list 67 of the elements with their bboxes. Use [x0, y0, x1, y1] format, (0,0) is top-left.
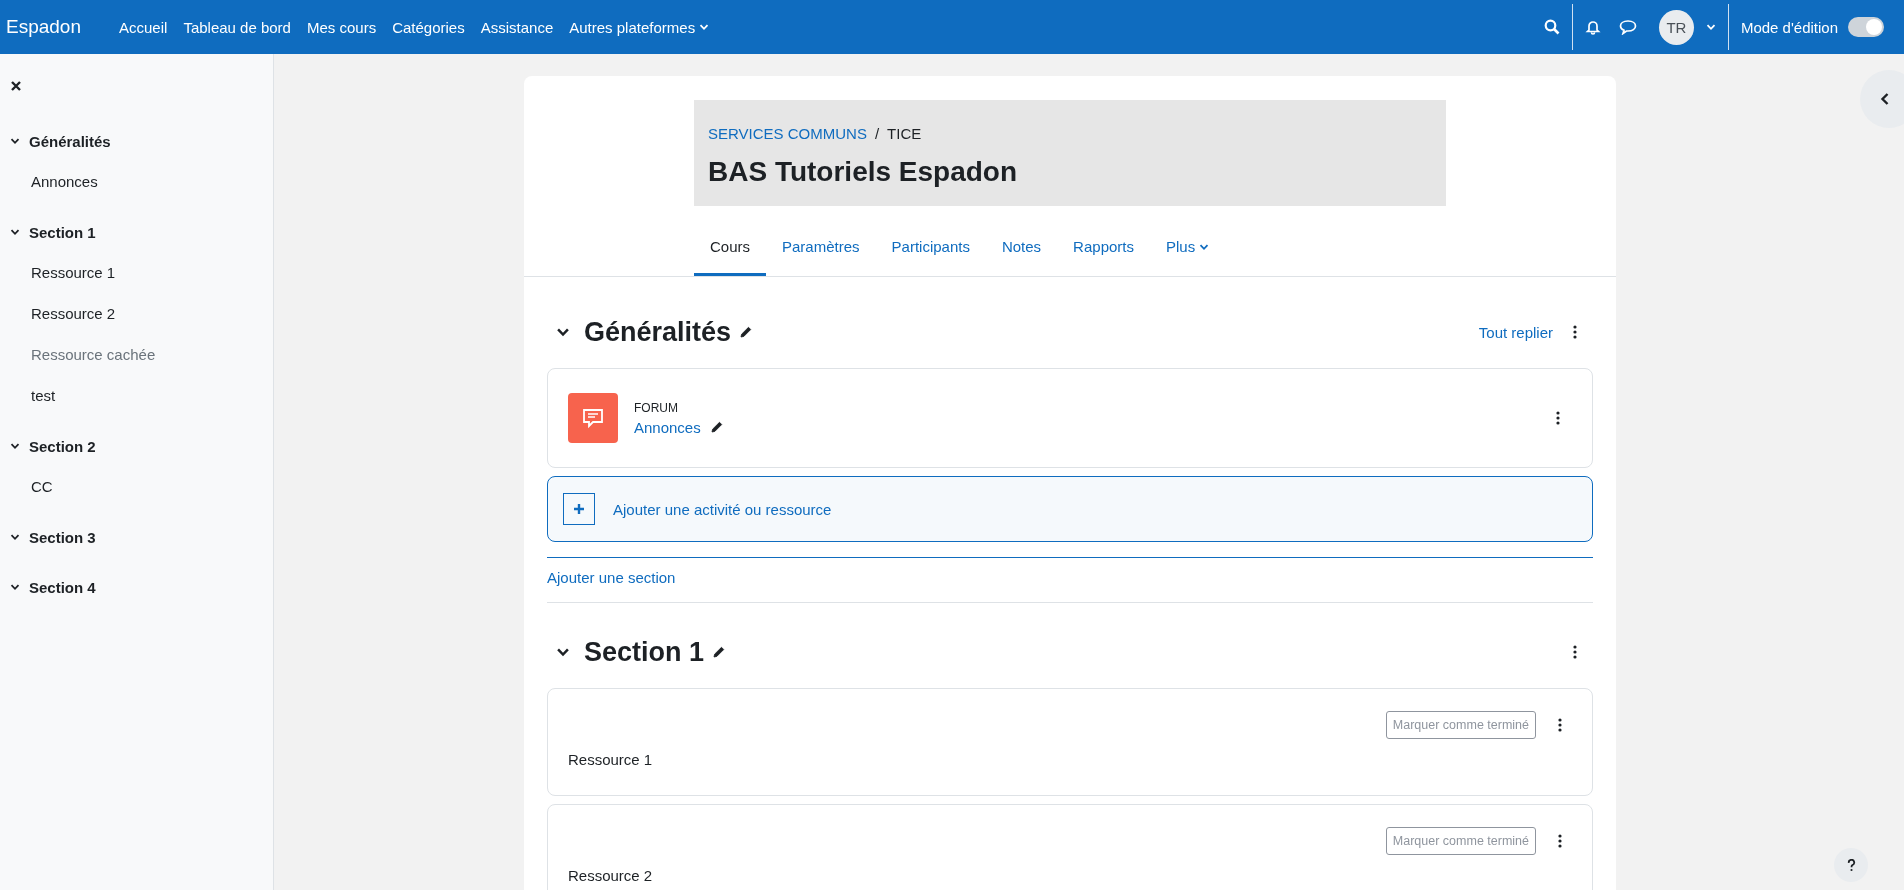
- index-section-title[interactable]: Section 2: [29, 437, 96, 455]
- nav-link[interactable]: Autres plateformes: [561, 18, 718, 36]
- more-options-icon[interactable]: [1558, 834, 1562, 848]
- activity-type: FORUM: [634, 400, 679, 415]
- chevron-down-icon[interactable]: [10, 136, 20, 146]
- index-item[interactable]: CC: [0, 476, 273, 498]
- user-avatar[interactable]: TR: [1658, 9, 1694, 45]
- drawer-toggle-button[interactable]: [1860, 70, 1904, 128]
- collapse-all-link[interactable]: Tout replier: [1478, 323, 1553, 341]
- search-icon[interactable]: [1543, 19, 1560, 35]
- index-section-title[interactable]: Section 4: [29, 578, 96, 596]
- forum-icon: [568, 393, 618, 443]
- nav-link[interactable]: Tableau de bord: [175, 18, 299, 36]
- nav-link[interactable]: Catégories: [384, 18, 473, 36]
- pencil-icon[interactable]: [739, 325, 754, 339]
- mark-done-button[interactable]: Marquer comme terminé: [1385, 827, 1536, 855]
- resource-name: Ressource 1: [568, 751, 654, 768]
- index-item[interactable]: Ressource 2: [0, 303, 273, 325]
- activity-link[interactable]: Annonces: [634, 418, 701, 436]
- edit-mode-label: Mode d'édition: [1740, 18, 1838, 36]
- course-tab[interactable]: Participants: [875, 220, 986, 276]
- section-title: Généralités: [584, 316, 732, 348]
- breadcrumb-separator: /: [874, 125, 880, 142]
- index-section-title[interactable]: Section 3: [29, 528, 96, 546]
- course-tab[interactable]: Notes: [985, 220, 1058, 276]
- add-activity-button[interactable]: Ajouter une activité ou ressource: [547, 476, 1593, 542]
- chat-bubble-icon[interactable]: [1618, 19, 1637, 35]
- breadcrumb-item[interactable]: SERVICES COMMUNS: [708, 125, 867, 142]
- chevron-down-icon[interactable]: [10, 582, 20, 592]
- more-options-icon[interactable]: [1556, 411, 1560, 425]
- plus-icon: [563, 493, 595, 525]
- close-icon[interactable]: [10, 80, 22, 92]
- index-section-title[interactable]: Section 1: [29, 223, 96, 241]
- index-item[interactable]: Ressource 1: [0, 262, 273, 284]
- chevron-down-icon[interactable]: [10, 441, 20, 451]
- course-title: BAS Tutoriels Espadon: [708, 156, 1019, 188]
- help-button[interactable]: [1834, 848, 1868, 882]
- mark-done-button[interactable]: Marquer comme terminé: [1385, 711, 1536, 739]
- caret-icon: [1705, 22, 1716, 32]
- index-item[interactable]: Ressource cachée: [0, 344, 273, 366]
- more-options-icon[interactable]: [1573, 325, 1577, 339]
- nav-link[interactable]: Accueil: [111, 18, 176, 36]
- more-options-icon[interactable]: [1558, 718, 1562, 732]
- question-mark-icon: [1846, 858, 1856, 872]
- index-section-title[interactable]: Généralités: [29, 132, 111, 150]
- pencil-icon[interactable]: [709, 420, 724, 434]
- chevron-down-icon[interactable]: [10, 227, 20, 237]
- chevron-down-icon[interactable]: [10, 532, 20, 542]
- pencil-icon[interactable]: [712, 645, 727, 659]
- site-name[interactable]: Espadon: [6, 16, 81, 38]
- course-tab[interactable]: Cours: [694, 220, 766, 276]
- more-options-icon[interactable]: [1573, 645, 1577, 659]
- nav-link[interactable]: Mes cours: [298, 18, 385, 36]
- section-title: Section 1: [584, 636, 705, 668]
- index-item[interactable]: Annonces: [0, 171, 273, 193]
- caret-icon: [699, 22, 710, 32]
- course-tab[interactable]: Paramètres: [766, 220, 876, 276]
- add-section-link[interactable]: Ajouter une section: [547, 569, 676, 586]
- breadcrumb-item: TICE: [887, 125, 922, 142]
- edit-mode-toggle[interactable]: [1848, 17, 1884, 37]
- bell-icon[interactable]: [1584, 19, 1601, 35]
- course-tab[interactable]: Rapports: [1057, 220, 1150, 276]
- resource-name: Ressource 2: [568, 867, 654, 884]
- index-item[interactable]: test: [0, 385, 273, 407]
- nav-link[interactable]: Assistance: [472, 18, 562, 36]
- chevron-left-icon: [1880, 92, 1890, 106]
- course-tab[interactable]: Plus: [1150, 220, 1226, 276]
